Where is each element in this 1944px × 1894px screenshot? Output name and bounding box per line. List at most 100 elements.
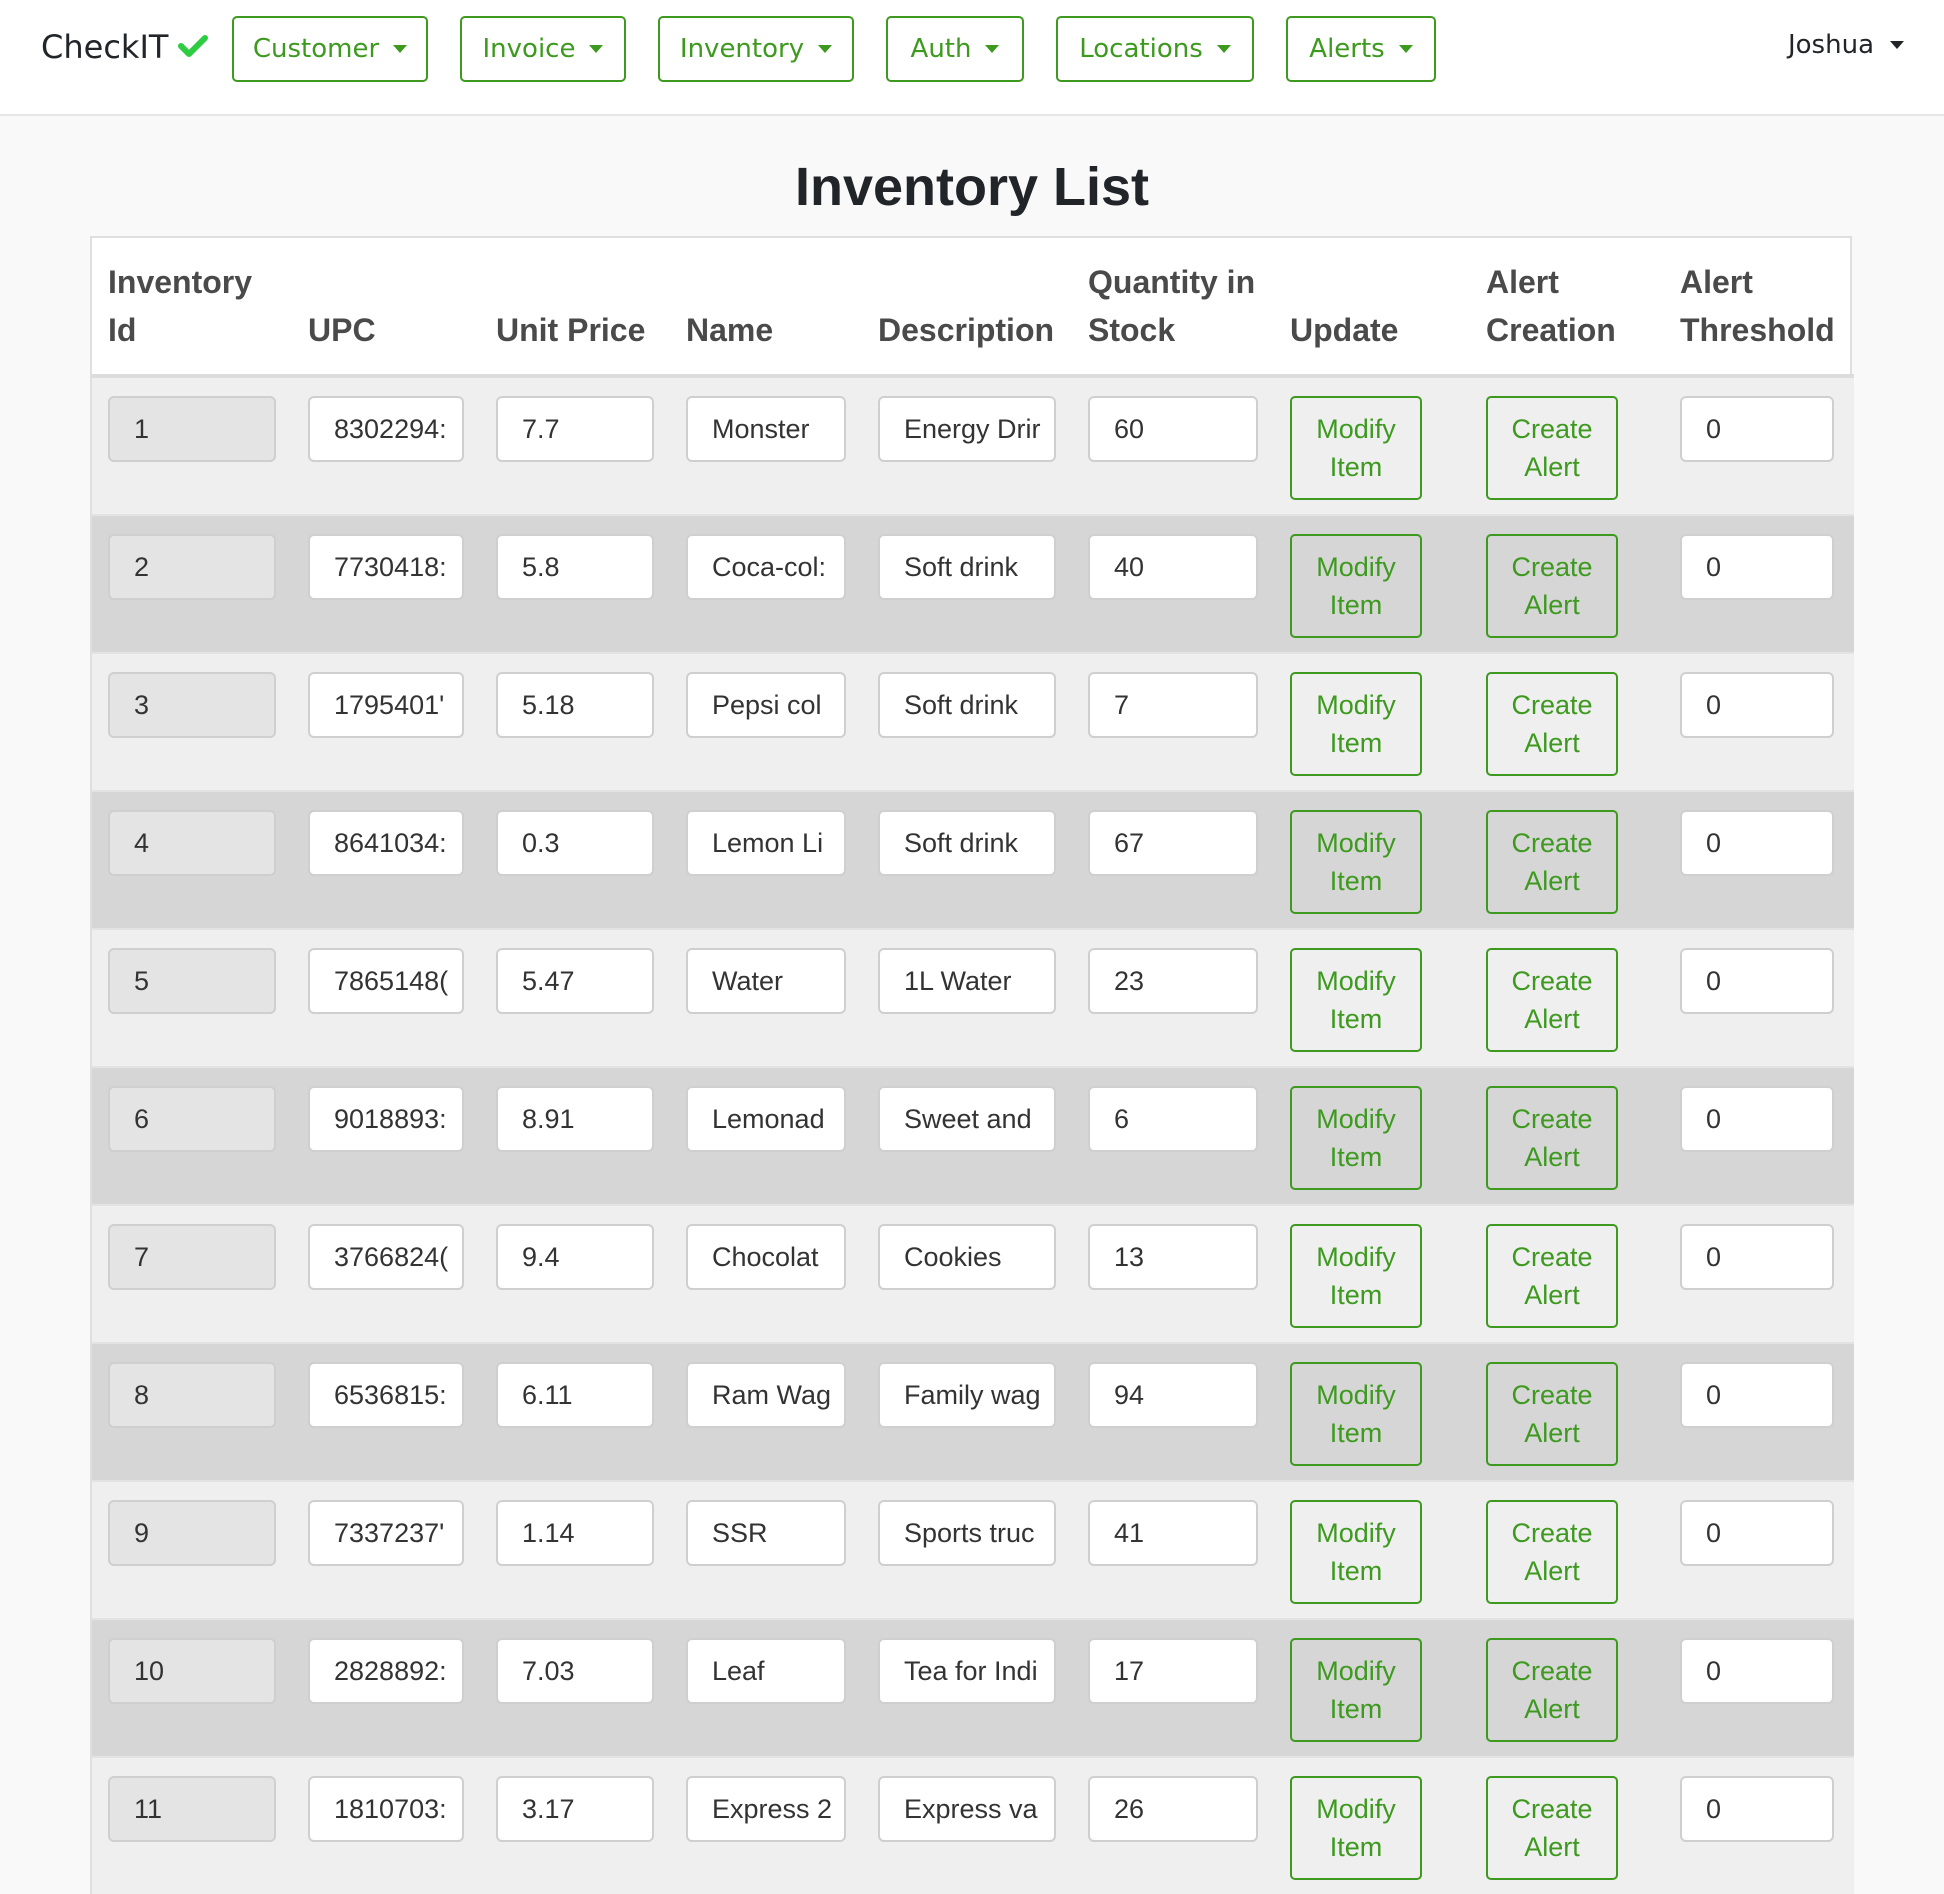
create-alert-button[interactable]: Create Alert xyxy=(1486,948,1618,1052)
brand-logo[interactable]: CheckIT xyxy=(41,28,209,66)
upc-field[interactable]: 8641034: xyxy=(308,810,464,876)
modify-item-button[interactable]: Modify Item xyxy=(1290,1362,1422,1466)
create-alert-button[interactable]: Create Alert xyxy=(1486,1086,1618,1190)
alert-threshold-field[interactable]: 0 xyxy=(1680,672,1834,738)
unit-price-field[interactable]: 9.4 xyxy=(496,1224,654,1290)
name-field[interactable]: Coca-col: xyxy=(686,534,846,600)
create-alert-button[interactable]: Create Alert xyxy=(1486,1500,1618,1604)
upc-field[interactable]: 2828892: xyxy=(308,1638,464,1704)
unit-price-field[interactable]: 8.91 xyxy=(496,1086,654,1152)
locations-menu-button[interactable]: Locations xyxy=(1056,16,1254,82)
unit-price-field[interactable]: 5.47 xyxy=(496,948,654,1014)
create-alert-button[interactable]: Create Alert xyxy=(1486,534,1618,638)
quantity-field[interactable]: 6 xyxy=(1088,1086,1258,1152)
name-field[interactable]: Lemon Li xyxy=(686,810,846,876)
unit-price-field[interactable]: 7.7 xyxy=(496,396,654,462)
alert-threshold-field[interactable]: 0 xyxy=(1680,1500,1834,1566)
name-field[interactable]: Leaf xyxy=(686,1638,846,1704)
quantity-field[interactable]: 94 xyxy=(1088,1362,1258,1428)
unit-price-field[interactable]: 0.3 xyxy=(496,810,654,876)
unit-price-field[interactable]: 7.03 xyxy=(496,1638,654,1704)
modify-item-button[interactable]: Modify Item xyxy=(1290,1500,1422,1604)
alert-threshold-field[interactable]: 0 xyxy=(1680,810,1834,876)
upc-field[interactable]: 1795401' xyxy=(308,672,464,738)
description-field[interactable]: Sweet and xyxy=(878,1086,1056,1152)
alert-threshold-field[interactable]: 0 xyxy=(1680,396,1834,462)
inventory-menu-button[interactable]: Inventory xyxy=(658,16,854,82)
create-alert-button[interactable]: Create Alert xyxy=(1486,672,1618,776)
description-field[interactable]: Cookies xyxy=(878,1224,1056,1290)
description-field[interactable]: Express va xyxy=(878,1776,1056,1842)
quantity-field[interactable]: 41 xyxy=(1088,1500,1258,1566)
modify-item-button[interactable]: Modify Item xyxy=(1290,810,1422,914)
inventory-id-field: 11 xyxy=(108,1776,276,1842)
name-field[interactable]: Express 2 xyxy=(686,1776,846,1842)
name-field[interactable]: Water xyxy=(686,948,846,1014)
name-field[interactable]: Pepsi col xyxy=(686,672,846,738)
alert-threshold-field[interactable]: 0 xyxy=(1680,1776,1834,1842)
modify-item-button[interactable]: Modify Item xyxy=(1290,948,1422,1052)
name-field[interactable]: SSR xyxy=(686,1500,846,1566)
modify-item-button[interactable]: Modify Item xyxy=(1290,534,1422,638)
name-field[interactable]: Chocolat xyxy=(686,1224,846,1290)
upc-field[interactable]: 3766824( xyxy=(308,1224,464,1290)
unit-price-field[interactable]: 6.11 xyxy=(496,1362,654,1428)
description-field[interactable]: Energy Drir xyxy=(878,396,1056,462)
modify-item-button[interactable]: Modify Item xyxy=(1290,1638,1422,1742)
name-field[interactable]: Monster xyxy=(686,396,846,462)
create-alert-button[interactable]: Create Alert xyxy=(1486,810,1618,914)
alert-threshold-field[interactable]: 0 xyxy=(1680,1362,1834,1428)
quantity-field[interactable]: 67 xyxy=(1088,810,1258,876)
upc-field[interactable]: 7337237' xyxy=(308,1500,464,1566)
name-field[interactable]: Ram Wag xyxy=(686,1362,846,1428)
create-alert-button[interactable]: Create Alert xyxy=(1486,1638,1618,1742)
upc-field[interactable]: 9018893: xyxy=(308,1086,464,1152)
description-field[interactable]: Sports truc xyxy=(878,1500,1056,1566)
quantity-field[interactable]: 40 xyxy=(1088,534,1258,600)
modify-item-button[interactable]: Modify Item xyxy=(1290,1086,1422,1190)
modify-item-label-line1: Modify xyxy=(1316,1104,1396,1134)
alert-threshold-field[interactable]: 0 xyxy=(1680,1638,1834,1704)
description-field[interactable]: Soft drink xyxy=(878,534,1056,600)
upc-field[interactable]: 8302294: xyxy=(308,396,464,462)
quantity-field[interactable]: 13 xyxy=(1088,1224,1258,1290)
unit-price-field[interactable]: 5.8 xyxy=(496,534,654,600)
quantity-field[interactable]: 17 xyxy=(1088,1638,1258,1704)
create-alert-button[interactable]: Create Alert xyxy=(1486,1362,1618,1466)
auth-menu-button[interactable]: Auth xyxy=(886,16,1024,82)
table-row: 2 7730418: 5.8 Coca-col: Soft drink 40 Modify I… xyxy=(92,514,1854,653)
modify-item-button[interactable]: Modify Item xyxy=(1290,396,1422,500)
modify-item-button[interactable]: Modify Item xyxy=(1290,1224,1422,1328)
modify-item-button[interactable]: Modify Item xyxy=(1290,1776,1422,1880)
alert-threshold-field[interactable]: 0 xyxy=(1680,534,1834,600)
quantity-field[interactable]: 26 xyxy=(1088,1776,1258,1842)
upc-field[interactable]: 6536815: xyxy=(308,1362,464,1428)
description-field[interactable]: Soft drink xyxy=(878,810,1056,876)
modify-item-button[interactable]: Modify Item xyxy=(1290,672,1422,776)
description-field[interactable]: 1L Water xyxy=(878,948,1056,1014)
create-alert-button[interactable]: Create Alert xyxy=(1486,1776,1618,1880)
header-alert-creation: Alert Creation xyxy=(1470,238,1664,378)
quantity-field[interactable]: 60 xyxy=(1088,396,1258,462)
alerts-menu-button[interactable]: Alerts xyxy=(1286,16,1436,82)
unit-price-field[interactable]: 3.17 xyxy=(496,1776,654,1842)
upc-field[interactable]: 7865148( xyxy=(308,948,464,1014)
description-field[interactable]: Tea for Indi xyxy=(878,1638,1056,1704)
create-alert-button[interactable]: Create Alert xyxy=(1486,1224,1618,1328)
customer-menu-button[interactable]: Customer xyxy=(232,16,428,82)
alert-threshold-field[interactable]: 0 xyxy=(1680,1086,1834,1152)
quantity-field[interactable]: 23 xyxy=(1088,948,1258,1014)
alert-threshold-field[interactable]: 0 xyxy=(1680,1224,1834,1290)
upc-field[interactable]: 1810703: xyxy=(308,1776,464,1842)
user-menu[interactable]: Joshua xyxy=(1788,30,1904,60)
description-field[interactable]: Family wag xyxy=(878,1362,1056,1428)
description-field[interactable]: Soft drink xyxy=(878,672,1056,738)
quantity-field[interactable]: 7 xyxy=(1088,672,1258,738)
create-alert-button[interactable]: Create Alert xyxy=(1486,396,1618,500)
upc-field[interactable]: 7730418: xyxy=(308,534,464,600)
name-field[interactable]: Lemonad xyxy=(686,1086,846,1152)
unit-price-field[interactable]: 1.14 xyxy=(496,1500,654,1566)
unit-price-field[interactable]: 5.18 xyxy=(496,672,654,738)
invoice-menu-button[interactable]: Invoice xyxy=(460,16,626,82)
alert-threshold-field[interactable]: 0 xyxy=(1680,948,1834,1014)
